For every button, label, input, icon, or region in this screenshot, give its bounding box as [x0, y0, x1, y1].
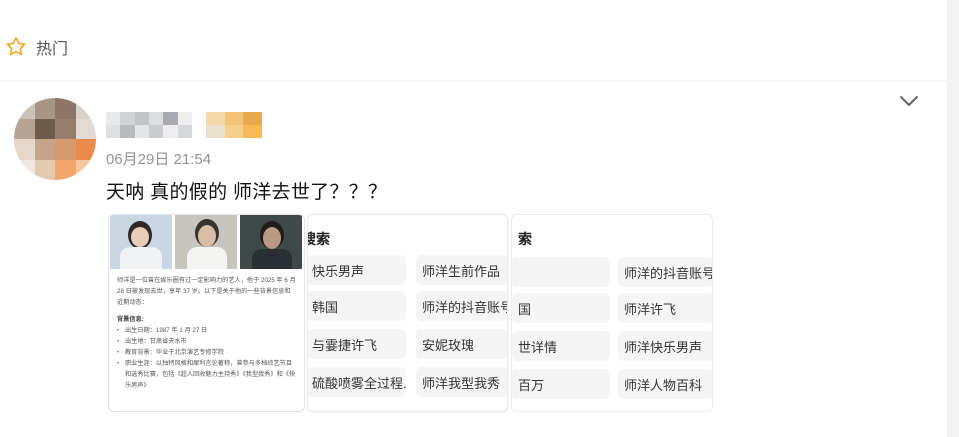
- search-chip: 师洋许飞: [618, 293, 712, 323]
- search-chip: 快乐男声: [308, 255, 406, 285]
- search-chip: 师洋的抖音账号: [416, 291, 507, 321]
- search-title: 搜索: [308, 231, 330, 247]
- search-chip: [512, 257, 610, 287]
- search-chip: 硫酸喷雾全过程...: [308, 367, 406, 397]
- post-menu-button[interactable]: [896, 88, 922, 114]
- search-chip: 师洋人物百科: [618, 369, 712, 399]
- search-chip: 师洋快乐男声: [618, 331, 712, 361]
- hot-label: 热门: [36, 41, 69, 58]
- post-image-2[interactable]: 搜索 快乐男声 师洋生前作品 韩国 师洋的抖音账号 与霎捷许飞 安妮玫瑰 硫酸喷…: [307, 214, 508, 412]
- bio-text: 师洋是一位曾在娱乐圈有过一定影响力的艺人，他于 2025 年 6 月 28 日被…: [109, 269, 304, 391]
- search-chip: 世详情: [512, 331, 610, 361]
- search-chip: 师洋生前作品: [416, 255, 507, 285]
- bio-section-title: 背景信息:: [117, 316, 144, 323]
- divider: [0, 80, 947, 81]
- star-outline-icon: [6, 37, 26, 56]
- post-timestamp[interactable]: 06月29日 21:54: [106, 148, 211, 169]
- search-chip: 安妮玫瑰: [416, 329, 507, 359]
- search-chip: 国: [512, 293, 610, 323]
- search-chip: 韩国: [308, 291, 406, 321]
- photo-3: [240, 215, 302, 269]
- photo-2: [175, 215, 237, 269]
- hot-section-header: 热门: [4, 32, 68, 62]
- search-chip: 师洋我型我秀: [416, 367, 507, 397]
- search-chip: 百万: [512, 369, 610, 399]
- search-title: 索: [518, 231, 532, 247]
- avatar[interactable]: [14, 98, 96, 180]
- search-chip: 师洋的抖音账号: [618, 257, 712, 287]
- photo-1: [110, 215, 172, 269]
- post-image-1[interactable]: 师洋是一位曾在娱乐圈有过一定影响力的艺人，他于 2025 年 6 月 28 日被…: [108, 214, 305, 412]
- post-text: 天呐 真的假的 师洋去世了？？？: [106, 182, 388, 203]
- page-gutter: [947, 0, 959, 437]
- chevron-down-icon: [900, 96, 918, 106]
- post-image-3[interactable]: 索 师洋的抖音账号 国 师洋许飞 世详情 师洋快乐男声 百万 师洋人物百科: [511, 214, 713, 412]
- search-chip: 与霎捷许飞: [308, 329, 406, 359]
- bio-item: 教育背景：毕业于北京演艺专修学院: [117, 347, 296, 358]
- username-blurred[interactable]: [106, 112, 262, 138]
- bio-item: 职业生涯：以独特风格和犀利言论著称，曾参与多档综艺节目和选秀比赛，包括《超人回收…: [117, 358, 296, 391]
- bio-item: 出生地：甘肃省天水市: [117, 336, 296, 347]
- bio-item: 出生日期：1987 年 1 月 27 日: [117, 325, 296, 336]
- bio-intro: 师洋是一位曾在娱乐圈有过一定影响力的艺人，他于 2025 年 6 月 28 日被…: [117, 277, 296, 306]
